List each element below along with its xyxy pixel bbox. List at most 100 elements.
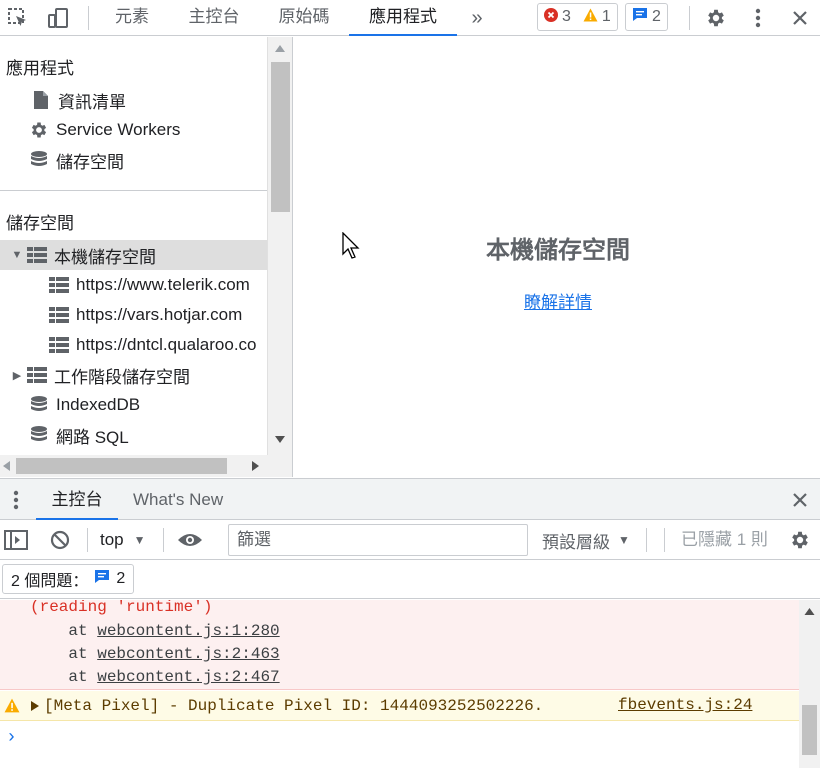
kebab-menu-icon[interactable] — [746, 0, 770, 36]
console-settings-icon[interactable] — [786, 520, 814, 560]
sidebar-item-label: https://dntcl.qualaroo.co — [76, 335, 257, 354]
sidebar-item-label: Service Workers — [56, 120, 181, 139]
issues-button[interactable]: 2 個問題： 2 — [2, 564, 135, 594]
scrollbar-corner — [267, 455, 292, 477]
gear-icon — [28, 119, 50, 141]
sidebar-item-label: 資訊清單 — [58, 92, 126, 112]
empty-view-title: 本機儲存空間 — [486, 237, 630, 264]
sidebar-item-indexeddb[interactable]: IndexedDB — [0, 390, 267, 420]
settings-icon[interactable] — [702, 0, 730, 36]
sidebar-item-session-storage[interactable]: ▶ 工作階段儲存空間 — [0, 360, 267, 390]
source-link[interactable]: webcontent.js:2:463 — [97, 645, 279, 663]
stack-prefix: at — [30, 622, 98, 640]
error-text: (reading 'runtime') — [30, 600, 213, 616]
source-link[interactable]: webcontent.js:2:467 — [97, 668, 279, 686]
console-error-message: (reading 'runtime') at webcontent.js:1:2… — [0, 600, 799, 690]
toolbar-divider — [664, 528, 665, 552]
stack-frame: at webcontent.js:1:280 — [30, 622, 279, 640]
stack-prefix: at — [30, 668, 98, 686]
context-selector[interactable]: top ▼ — [100, 520, 146, 560]
toolbar-divider — [87, 528, 88, 552]
sidebar-item-origin[interactable]: https://www.telerik.com — [0, 270, 267, 300]
scroll-left-arrow-icon[interactable] — [3, 461, 10, 471]
drawer-tab-console[interactable]: 主控台 — [36, 479, 118, 520]
inspect-icon[interactable] — [4, 0, 32, 36]
section-title-application: 應用程式 — [6, 59, 74, 78]
warning-count: 1 — [601, 8, 611, 25]
table-icon — [48, 274, 70, 296]
drawer-menu-icon[interactable] — [6, 479, 26, 520]
sidebar-item-service-workers[interactable]: Service Workers — [0, 115, 267, 145]
sidebar-vertical-scrollbar[interactable] — [267, 37, 292, 455]
scroll-right-arrow-icon[interactable] — [252, 461, 259, 471]
expand-triangle-icon[interactable]: ▼ — [10, 249, 24, 261]
sidebar-item-storage[interactable]: 儲存空間 — [0, 145, 267, 175]
sidebar-toggle-icon[interactable] — [2, 520, 30, 560]
sidebar-item-web-sql[interactable]: 網路 SQL — [0, 420, 267, 450]
sidebar-item-manifest[interactable]: 資訊清單 — [0, 85, 267, 115]
sidebar-item-label: https://www.telerik.com — [76, 275, 250, 294]
console-prompt-icon[interactable]: › — [6, 728, 17, 748]
console-filter-input[interactable] — [228, 524, 528, 556]
stack-prefix: at — [30, 645, 98, 663]
message-icon — [632, 7, 648, 27]
database-icon — [28, 424, 50, 446]
scroll-down-arrow-icon[interactable] — [275, 436, 285, 443]
mouse-cursor-icon — [342, 232, 360, 259]
more-tabs-icon[interactable]: » — [464, 0, 490, 36]
learn-more-link[interactable]: 瞭解詳情 — [293, 288, 820, 313]
scrollbar-thumb[interactable] — [16, 458, 227, 474]
messages-counter-button[interactable]: 2 — [625, 3, 668, 31]
table-icon — [26, 364, 48, 386]
table-icon — [48, 334, 70, 356]
close-drawer-icon[interactable] — [786, 479, 814, 520]
toolbar-divider — [88, 6, 89, 30]
scrollbar-thumb[interactable] — [802, 705, 817, 755]
warning-text: [Meta Pixel] - Duplicate Pixel ID: 14440… — [44, 697, 544, 715]
sidebar-item-origin[interactable]: https://vars.hotjar.com — [0, 300, 267, 330]
scroll-up-arrow-icon[interactable] — [275, 45, 285, 52]
issues-bar: 2 個問題： 2 — [0, 561, 820, 599]
console-output: (reading 'runtime') at webcontent.js:1:2… — [0, 600, 799, 768]
expand-triangle-icon[interactable] — [31, 701, 39, 711]
section-divider — [0, 190, 267, 191]
collapse-triangle-icon[interactable]: ▶ — [10, 369, 24, 382]
scroll-up-arrow-icon[interactable] — [804, 608, 815, 615]
toolbar-divider — [646, 528, 647, 552]
sidebar-horizontal-scrollbar[interactable] — [0, 455, 267, 477]
table-icon — [26, 244, 48, 266]
message-count: 2 — [652, 8, 661, 25]
tab-sources[interactable]: 原始碼 — [264, 0, 344, 36]
toolbar-divider — [163, 528, 164, 552]
database-icon — [28, 149, 50, 171]
drawer-tab-bar: 主控台 What's New — [0, 478, 820, 520]
clear-console-icon[interactable] — [46, 520, 74, 560]
live-expression-eye-icon[interactable] — [175, 520, 205, 560]
dropdown-arrow-icon: ▼ — [133, 533, 146, 547]
message-icon — [94, 569, 110, 589]
sidebar-item-label: 本機儲存空間 — [54, 247, 156, 267]
context-value: top — [100, 530, 124, 549]
drawer-tab-whats-new[interactable]: What's New — [133, 479, 223, 520]
issue-counter-button[interactable]: 3 1 — [537, 3, 618, 31]
sidebar-item-label: IndexedDB — [56, 395, 141, 414]
section-title-storage: 儲存空間 — [6, 214, 74, 233]
device-toggle-icon[interactable] — [44, 0, 72, 36]
warning-source-link[interactable]: fbevents.js:24 — [618, 696, 752, 714]
issues-count: 2 — [116, 570, 126, 587]
hidden-messages-count: 已隱藏 1 則 — [681, 530, 768, 549]
log-level-dropdown[interactable]: 預設層級 ▼ — [542, 520, 630, 560]
scrollbar-thumb[interactable] — [271, 62, 290, 212]
source-link[interactable]: webcontent.js:1:280 — [97, 622, 279, 640]
tab-console[interactable]: 主控台 — [174, 0, 254, 36]
sidebar-item-origin[interactable]: https://dntcl.qualaroo.co — [0, 330, 267, 360]
tab-application[interactable]: 應用程式 — [349, 0, 457, 36]
local-storage-view: 本機儲存空間 瞭解詳情 — [293, 37, 820, 477]
sidebar-item-label: https://vars.hotjar.com — [76, 305, 243, 324]
close-icon[interactable] — [786, 0, 814, 36]
console-vertical-scrollbar[interactable] — [799, 600, 820, 768]
tab-elements[interactable]: 元素 — [100, 0, 164, 36]
sidebar-item-local-storage[interactable]: ▼ 本機儲存空間 — [0, 240, 267, 270]
log-level-label: 預設層級 — [542, 532, 610, 552]
issues-label: 2 個問題： — [11, 573, 89, 590]
